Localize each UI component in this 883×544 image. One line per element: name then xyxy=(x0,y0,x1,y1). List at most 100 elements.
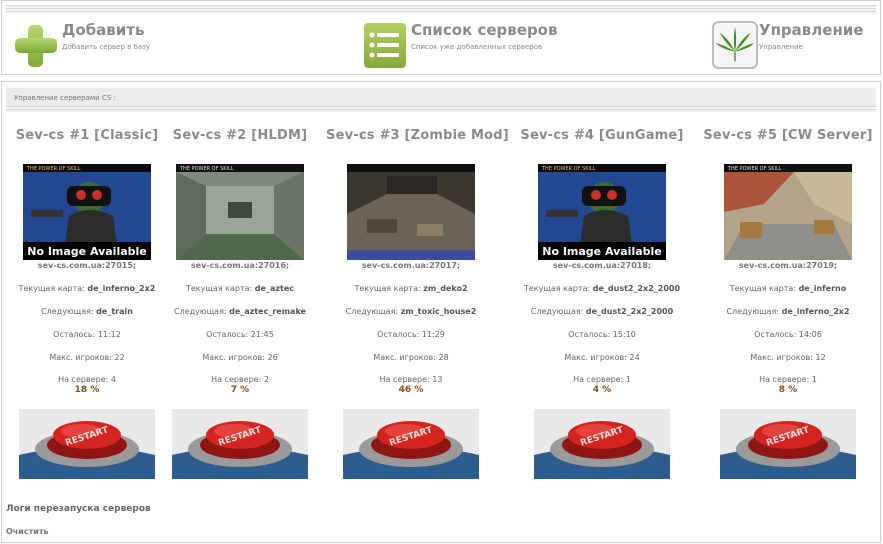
max-players-value: 12 xyxy=(815,353,826,362)
map-thumbnail: THE POWER OF SKILL xyxy=(176,164,304,260)
current-map-row: Текущая карта: de_aztec xyxy=(155,284,325,293)
no-image-text: No Image Available xyxy=(542,245,662,258)
server-title: Sev-cs #1 [Classic] xyxy=(15,128,159,143)
nav-list-subtitle: Список уже добавленных серверов xyxy=(411,43,543,51)
next-map-row: Следующая: de_dust2_2x2_2000 xyxy=(517,307,687,316)
map-image-no-image: THE POWER OF SKILL No Image Available xyxy=(23,164,151,260)
online-value: 4 xyxy=(110,375,116,384)
online-row: На сервере: 13 xyxy=(326,375,496,384)
time-left-row: Осталось: 14:06 xyxy=(703,330,873,339)
time-left-value: 11:12 xyxy=(97,330,121,339)
max-players-label: Макс. игроков: xyxy=(564,353,627,362)
max-players-label: Макс. игроков: xyxy=(750,353,813,362)
time-left-value: 15:10 xyxy=(612,330,636,339)
server-card: Sev-cs #2 [HLDM] THE POWER OF SKILL sev-… xyxy=(155,128,325,479)
time-left-row: Осталось: 11:12 xyxy=(2,330,172,339)
time-left-label: Осталось: xyxy=(206,330,249,339)
breadcrumb-hatch-divider xyxy=(6,106,876,112)
nav-list-title: Список серверов xyxy=(411,21,558,39)
next-map-label: Следующая: xyxy=(345,307,399,316)
online-value: 2 xyxy=(263,375,269,384)
next-map-row: Следующая: de_train xyxy=(2,307,172,316)
nav-add-subtitle: Добавить сервер в базу xyxy=(62,43,150,51)
next-map-label: Следующая: xyxy=(41,307,94,316)
nav-management-title: Управление xyxy=(759,21,864,39)
server-management-panel: Управление серверами CS : Sev-cs #1 [Cla… xyxy=(1,81,881,543)
max-players-label: Макс. игроков: xyxy=(49,353,112,362)
server-card: Sev-cs #5 [CW Server] THE POWER OF SKILL… xyxy=(703,128,873,479)
map-thumbnail: THE POWER OF SKILL No Image Available xyxy=(23,164,151,260)
load-percent: 18 % xyxy=(74,385,100,395)
server-card: Sev-cs #1 [Classic] THE POWER OF SKILL N… xyxy=(2,128,172,479)
current-map-label: Текущая карта: xyxy=(729,284,797,293)
next-map-value: de_aztec_remake xyxy=(229,307,306,316)
server-title: Sev-cs #5 [CW Server] xyxy=(703,128,873,143)
next-map-row: Следующая: zm_toxic_house2 xyxy=(326,307,496,316)
max-players-label: Макс. игроков: xyxy=(373,353,436,362)
current-map-label: Текущая карта: xyxy=(523,284,591,293)
map-image-deko xyxy=(347,164,475,260)
next-map-value: de_inferno_2x2 xyxy=(781,307,850,316)
next-map-row: Следующая: de_aztec_remake xyxy=(155,307,325,316)
next-map-value: de_train xyxy=(96,307,133,316)
top-navigation-panel: Добавить Добавить сервер в базу Список с… xyxy=(1,0,881,75)
map-image-aztec: THE POWER OF SKILL xyxy=(176,164,304,260)
restart-server-button[interactable]: RESTART xyxy=(172,409,308,479)
online-row: На сервере: 1 xyxy=(517,375,687,384)
clear-logs-link[interactable]: Очистить xyxy=(6,527,49,536)
max-players-row: Макс. игроков: 28 xyxy=(326,353,496,362)
max-players-value: 24 xyxy=(629,353,640,362)
max-players-row: Макс. игроков: 22 xyxy=(2,353,172,362)
thumb-caption: THE POWER OF SKILL xyxy=(541,166,596,172)
server-address: sev-cs.com.ua:27016; xyxy=(190,261,290,270)
restart-server-button[interactable]: RESTART xyxy=(19,409,155,479)
current-map-value: de_inferno xyxy=(798,284,847,293)
next-map-value: de_dust2_2x2_2000 xyxy=(585,307,674,316)
thumb-caption: THE POWER OF SKILL xyxy=(727,166,782,172)
max-players-value: 22 xyxy=(114,353,125,362)
online-label: На сервере: xyxy=(58,375,109,384)
time-left-row: Осталось: 15:10 xyxy=(517,330,687,339)
next-map-label: Следующая: xyxy=(174,307,227,316)
current-map-row: Текущая карта: de_inferno xyxy=(703,284,873,293)
online-label: На сервере: xyxy=(379,375,430,384)
load-percent: 4 % xyxy=(592,385,612,395)
online-value: 1 xyxy=(625,375,631,384)
current-map-label: Текущая карта: xyxy=(354,284,421,293)
next-map-value: zm_toxic_house2 xyxy=(400,307,477,316)
restart-server-button[interactable]: RESTART xyxy=(343,409,479,479)
time-left-label: Осталось: xyxy=(754,330,797,339)
time-left-label: Осталось: xyxy=(53,330,96,339)
breadcrumb-bar: Управление серверами CS : xyxy=(6,88,876,106)
current-map-value: de_inferno_2x2 xyxy=(87,284,156,293)
server-title: Sev-cs #2 [HLDM] xyxy=(172,128,308,143)
time-left-label: Осталось: xyxy=(568,330,611,339)
server-card: Sev-cs #4 [GunGame] THE POWER OF SKILL N… xyxy=(517,128,687,479)
online-label: На сервере: xyxy=(211,375,262,384)
max-players-row: Макс. игроков: 12 xyxy=(703,353,873,362)
online-label: На сервере: xyxy=(573,375,624,384)
current-map-row: Текущая карта: de_inferno_2x2 xyxy=(2,284,172,293)
restart-server-button[interactable]: RESTART xyxy=(720,409,856,479)
server-title: Sev-cs #4 [GunGame] xyxy=(520,128,684,143)
breadcrumb: Управление серверами CS : xyxy=(14,94,116,102)
restart-logs-title: Логи перезапуска серверов xyxy=(6,504,151,514)
online-row: На сервере: 1 xyxy=(703,375,873,384)
server-address: sev-cs.com.ua:27018; xyxy=(552,261,652,270)
map-thumbnail xyxy=(347,164,475,260)
max-players-row: Макс. игроков: 24 xyxy=(517,353,687,362)
load-percent: 8 % xyxy=(778,385,798,395)
current-map-row: Текущая карта: de_dust2_2x2_2000 xyxy=(517,284,687,293)
server-address: sev-cs.com.ua:27019; xyxy=(738,261,838,270)
current-map-label: Текущая карта: xyxy=(186,284,253,293)
load-percent: 7 % xyxy=(230,385,250,395)
current-map-value: de_dust2_2x2_2000 xyxy=(592,284,681,293)
no-image-text: No Image Available xyxy=(27,245,147,258)
time-left-label: Осталось: xyxy=(377,330,420,339)
next-map-label: Следующая: xyxy=(530,307,584,316)
max-players-row: Макс. игроков: 26 xyxy=(155,353,325,362)
restart-server-button[interactable]: RESTART xyxy=(534,409,670,479)
max-players-label: Макс. игроков: xyxy=(202,353,265,362)
current-map-value: de_aztec xyxy=(254,284,294,293)
online-value: 1 xyxy=(811,375,817,384)
